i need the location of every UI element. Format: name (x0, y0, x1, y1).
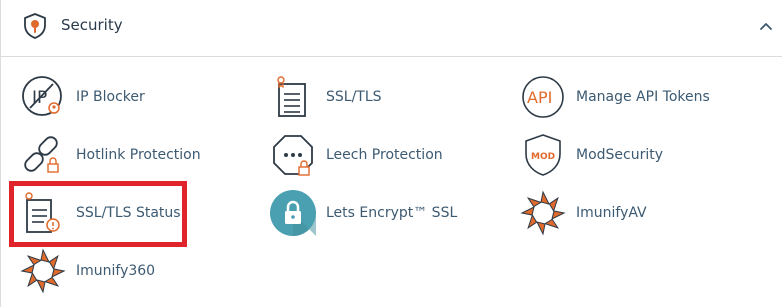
tool-label: Lets Encrypt™ SSL (326, 205, 458, 221)
tool-label: IP Blocker (76, 89, 145, 105)
mod-shield-icon: MOD (525, 134, 561, 176)
certificate-icon (277, 76, 306, 117)
tool-leech-protection[interactable]: Leech Protection (270, 132, 490, 182)
tool-imunify360[interactable]: Imunify360 (20, 248, 240, 298)
svg-text:API: API (527, 88, 552, 107)
tool-hotlink-protection[interactable]: Hotlink Protection (20, 132, 240, 182)
tool-label: Leech Protection (326, 147, 443, 163)
tool-ip-blocker[interactable]: IP IP Blocker (20, 74, 240, 124)
tool-label: SSL/TLS (326, 89, 382, 105)
imunify-icon (520, 190, 566, 236)
octagon-dots-icon (273, 135, 313, 176)
padlock-icon (270, 190, 316, 236)
tool-lets-encrypt-ssl[interactable]: Lets Encrypt™ SSL (270, 190, 490, 240)
section-title: Security (61, 16, 123, 34)
shield-icon (24, 13, 46, 39)
api-icon: API (522, 76, 564, 118)
tool-label: Manage API Tokens (576, 89, 710, 105)
highlight-box (9, 181, 187, 247)
tool-label: ModSecurity (576, 147, 664, 163)
section-header[interactable]: Security (1, 0, 782, 57)
tool-modsecurity[interactable]: MOD ModSecurity (520, 132, 760, 182)
tool-label: Hotlink Protection (76, 147, 201, 163)
svg-text:MOD: MOD (531, 152, 555, 162)
tool-label: Imunify360 (76, 263, 156, 279)
imunify-icon (20, 248, 66, 294)
chain-link-icon (24, 136, 59, 173)
security-panel: Security IP IP Blocker SSL/TLS (0, 0, 782, 307)
tool-imunifyav[interactable]: ImunifyAV (520, 190, 760, 240)
tool-label: ImunifyAV (576, 205, 647, 221)
chevron-up-icon[interactable] (759, 19, 773, 33)
tool-manage-api-tokens[interactable]: API Manage API Tokens (520, 74, 760, 124)
tool-ssl-tls[interactable]: SSL/TLS (270, 74, 490, 124)
ip-blocker-icon: IP (22, 76, 62, 116)
